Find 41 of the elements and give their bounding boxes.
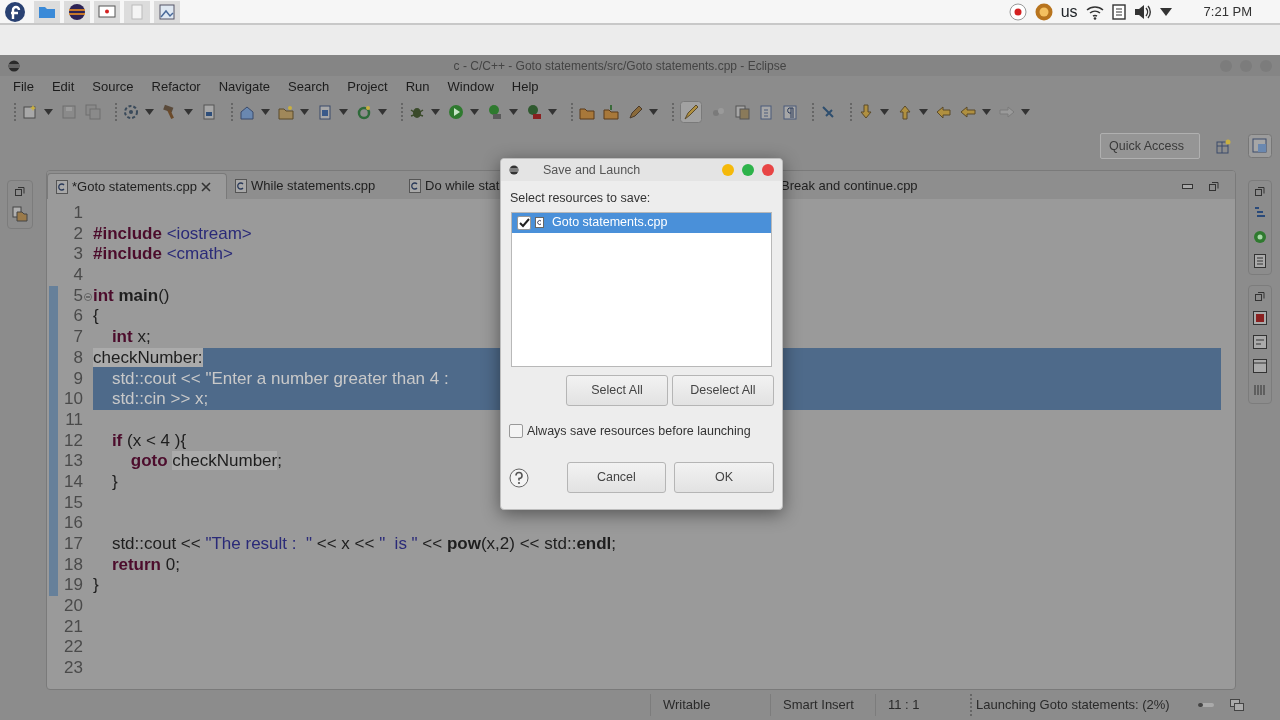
status-field: Writable <box>650 694 770 716</box>
code-line: goto checkNumber; <box>129 451 282 472</box>
code-line: } <box>110 471 118 493</box>
code-line: int x; <box>110 327 151 348</box>
line-number: 5 <box>73 285 83 307</box>
line-number: 12 <box>64 430 83 452</box>
line-number: 1 <box>73 203 83 224</box>
code-line: std::cout << "The result : " << x << " is " << pow(x,2) << std::endl; <box>110 534 617 555</box>
dialog-title: Save and Launch <box>543 161 642 179</box>
code-line: { <box>93 306 99 328</box>
code-line: } <box>93 575 99 597</box>
line-number: 19 <box>64 575 83 597</box>
code-line: #include <cmath> <box>93 244 233 266</box>
line-number: 9 <box>73 368 83 390</box>
line-number: 7 <box>73 327 83 348</box>
line-number: 21 <box>64 616 83 638</box>
line-number: 17 <box>64 534 83 555</box>
prompt-label: Select resources to save: <box>509 190 652 207</box>
code-line: return 0; <box>110 554 180 576</box>
line-number: 14 <box>64 471 83 493</box>
code-line: #include <iostream> <box>93 223 252 245</box>
line-number: 10 <box>64 389 83 410</box>
line-number: 4 <box>73 265 83 286</box>
code-line: int main() <box>93 285 170 307</box>
line-number: 11 <box>65 409 83 431</box>
status-field: Smart Insert <box>770 694 875 716</box>
line-number: 6 <box>73 306 83 328</box>
clock: 7:21 PM <box>1203 2 1252 21</box>
code-line: if (x < 4 ){ <box>110 430 187 452</box>
line-number: 23 <box>64 658 83 679</box>
line-number: 16 <box>64 513 83 534</box>
window-title: c - C/C++ - Goto statements/src/Goto statements.cpp - Eclipse <box>452 57 788 75</box>
line-number: 8 <box>73 347 83 369</box>
line-number: 3 <box>73 244 83 266</box>
line-number: 13 <box>64 451 83 472</box>
line-number: 2 <box>73 223 83 245</box>
status-field: 11 : 1 <box>875 694 970 716</box>
line-number: 20 <box>64 596 83 617</box>
line-number: 18 <box>64 554 83 576</box>
line-number: 22 <box>64 637 83 659</box>
line-number: 15 <box>64 492 83 514</box>
